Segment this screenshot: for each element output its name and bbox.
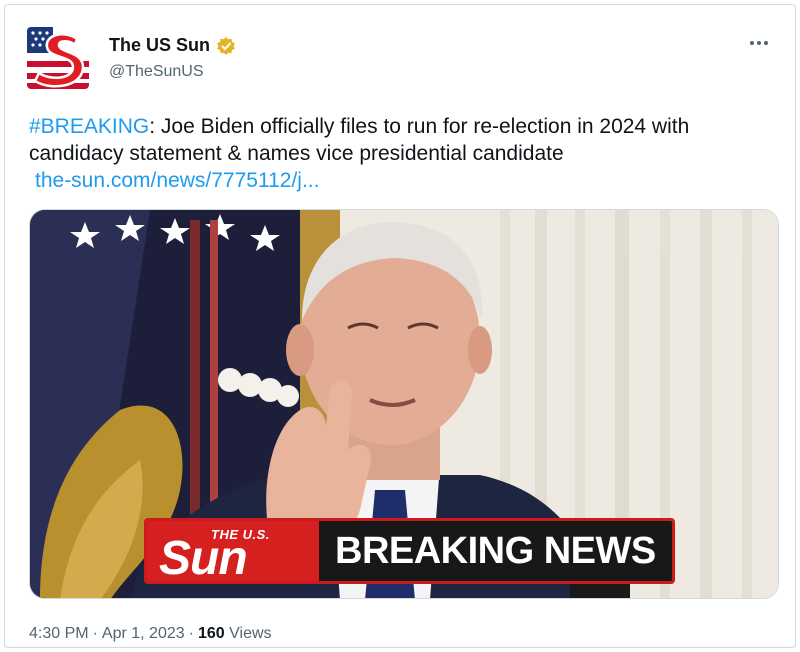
breaking-news-banner: THE U.S. Sun BREAKING NEWS [144, 518, 675, 584]
hashtag-link[interactable]: #BREAKING [29, 115, 149, 138]
tweet-card: The US Sun @TheSunUS #BREAKING: Joe Bide… [4, 4, 796, 648]
views-count[interactable]: 160 [198, 625, 225, 642]
sun-logo-icon [27, 27, 89, 89]
sun-banner-logo: THE U.S. Sun [147, 521, 319, 581]
author-name-text[interactable]: The US Sun [109, 35, 210, 56]
more-options-icon [750, 41, 754, 45]
banner-text: BREAKING NEWS [319, 521, 672, 581]
tweet-meta: 4:30 PM · Apr 1, 2023 · 160 Views [29, 625, 272, 642]
article-link[interactable]: the-sun.com/news/7775112/j... [35, 167, 319, 194]
tweet-date[interactable]: Apr 1, 2023 [102, 625, 185, 642]
tweet-text: #BREAKING: Joe Biden officially files to… [29, 113, 779, 194]
banner-logo-big-text: Sun [159, 532, 248, 584]
views-label: Views [229, 625, 272, 642]
tweet-time[interactable]: 4:30 PM [29, 625, 89, 642]
verified-badge-icon [216, 36, 236, 56]
avatar[interactable] [27, 27, 89, 89]
more-options-button[interactable] [745, 33, 773, 53]
author-name[interactable]: The US Sun [109, 35, 236, 56]
author-handle[interactable]: @TheSunUS [109, 63, 204, 81]
tweet-image[interactable]: THE U.S. Sun BREAKING NEWS [29, 209, 779, 599]
